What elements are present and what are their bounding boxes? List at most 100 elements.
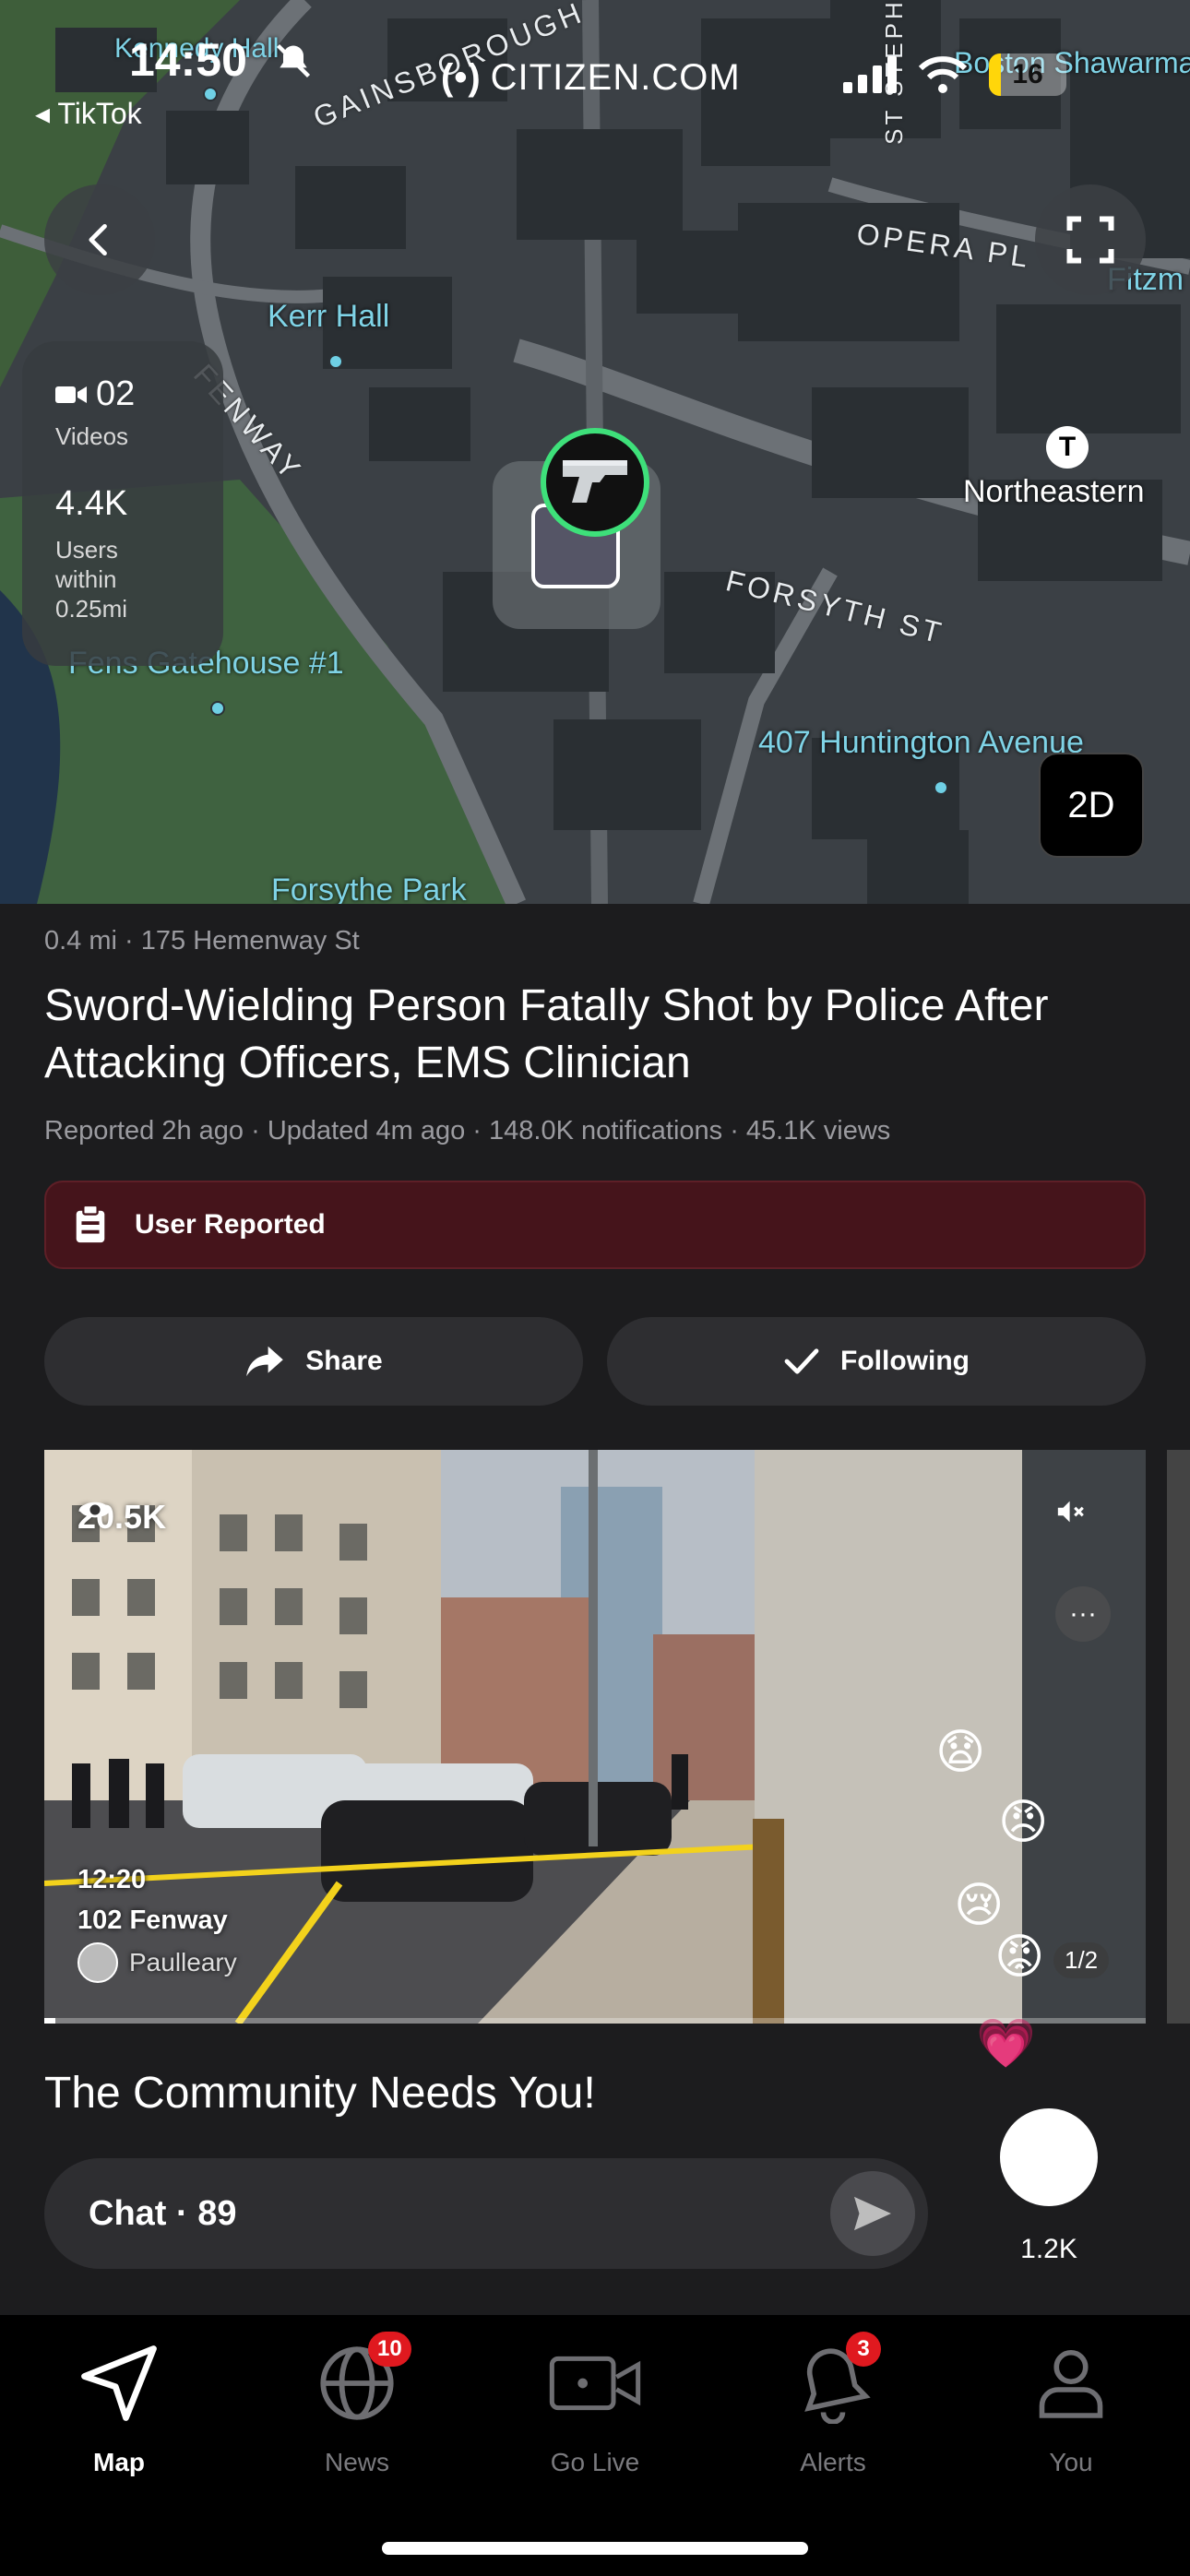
person-icon	[1039, 2349, 1103, 2418]
bell-slash-icon	[276, 43, 311, 78]
reaction-emoji-angry-2: 😡	[994, 1930, 1045, 1984]
expand-icon	[1066, 216, 1114, 264]
users-label: Users within 0.25mi	[55, 535, 223, 623]
poi-huntington[interactable]	[934, 780, 948, 795]
reaction-emoji-angry: 😠	[998, 1796, 1049, 1849]
speaker-muted-icon	[1057, 1501, 1084, 1523]
tab-you[interactable]: You	[952, 2337, 1190, 2512]
map-label-forsythe-park: Forsythe Park	[271, 873, 467, 904]
tab-you-icon-wrap	[1025, 2337, 1117, 2429]
home-indicator[interactable]	[382, 2542, 808, 2555]
video-camera-icon	[549, 2356, 641, 2411]
tab-news-label: News	[324, 2448, 389, 2476]
video-page-counter: 1/2	[1053, 1942, 1110, 1978]
battery-level: 16	[1012, 59, 1043, 89]
send-icon	[854, 2196, 891, 2231]
map-expand-button[interactable]	[1035, 184, 1146, 295]
tab-map-icon-wrap	[73, 2337, 165, 2429]
ellipsis-icon: ···	[1069, 1598, 1097, 1629]
video-author-name: Paulleary	[129, 1948, 237, 1977]
t-station-icon[interactable]: T	[1046, 426, 1089, 469]
battery-indicator: 16	[989, 53, 1066, 96]
reaction-emoji-shocked: 😧	[935, 1726, 986, 1779]
alerts-badge: 3	[846, 2332, 881, 2367]
poi-gatehouse[interactable]	[210, 701, 225, 716]
incident-title: Sword-Wielding Person Fatally Shot by Po…	[44, 981, 1049, 1087]
map-label-northeastern: Northeastern	[963, 474, 1145, 509]
map-2d-toggle[interactable]: 2D	[1039, 753, 1144, 858]
meta-separator: ·	[125, 926, 141, 956]
chat-label: Chat · 89	[89, 2193, 237, 2233]
users-label-line2: within	[55, 565, 117, 593]
tab-news-icon-wrap: 10	[311, 2332, 411, 2429]
cellular-signal-icon	[843, 56, 897, 93]
videos-stat: 02	[55, 374, 223, 414]
map-stats-panel: 02 Videos 4.4K Users within 0.25mi	[22, 341, 223, 666]
video-camera-icon	[55, 386, 87, 403]
map-label-kerr-hall: Kerr Hall	[268, 299, 390, 334]
citizen-brand: (•) CITIZEN.COM	[441, 57, 741, 99]
mute-button[interactable]	[1055, 1498, 1111, 1553]
checkmark-icon	[784, 1348, 819, 1374]
incident-stats-line: Reported 2h ago · Updated 4m ago · 148.0…	[44, 1116, 891, 1146]
users-label-line1: Users	[55, 536, 118, 564]
videos-count: 02	[96, 374, 136, 413]
user-reported-banner[interactable]: User Reported	[44, 1181, 1146, 1269]
incident-map[interactable]: Kennedy Hall Boston Shawarma Kerr Hall F…	[0, 0, 1190, 904]
users-label-line3: 0.25mi	[55, 595, 128, 623]
incident-location: 0.4 mi · 175 Hemenway St	[44, 926, 360, 956]
brand-name: CITIZEN.COM	[490, 57, 741, 98]
incident-distance: 0.4 mi	[44, 926, 117, 956]
tab-map[interactable]: Map	[0, 2337, 238, 2512]
map-label-huntington: 407 Huntington Avenue	[758, 725, 1084, 760]
following-button[interactable]: Following	[607, 1317, 1146, 1406]
incident-address: 175 Hemenway St	[140, 926, 360, 956]
tab-go-live[interactable]: Go Live	[476, 2337, 714, 2512]
chat-input-bar[interactable]: Chat · 89	[44, 2158, 928, 2269]
send-button[interactable]	[830, 2171, 915, 2256]
tab-news[interactable]: 10 News	[238, 2332, 476, 2512]
video-view-count: 20.5K	[77, 1498, 166, 1537]
share-button[interactable]: Share	[44, 1317, 583, 1406]
video-more-button[interactable]: ···	[1055, 1586, 1111, 1642]
next-video-peek[interactable]	[1167, 1450, 1190, 2024]
clipboard-icon	[76, 1205, 105, 1243]
chevron-left-icon	[89, 223, 107, 256]
reaction-count: 1.2K	[1020, 2234, 1077, 2264]
tab-alerts[interactable]: 3 Alerts	[714, 2332, 952, 2512]
tab-map-label: Map	[93, 2448, 145, 2476]
tab-go-live-label: Go Live	[550, 2448, 640, 2476]
wifi-icon	[918, 56, 968, 93]
status-icons: 16	[843, 53, 1066, 96]
video-location: 102 Fenway	[77, 1905, 228, 1935]
video-timestamp: 12:20	[77, 1865, 147, 1894]
angry-face-icon: 😠	[1015, 2121, 1083, 2193]
share-arrow-icon	[246, 1346, 284, 1377]
video-progress-fill	[44, 2018, 55, 2024]
tab-alerts-icon-wrap: 3	[787, 2332, 881, 2429]
reaction-button[interactable]: 😠	[1000, 2108, 1098, 2206]
map-back-button[interactable]	[44, 184, 155, 295]
video-author[interactable]: Paulleary	[77, 1942, 237, 1983]
gun-icon	[563, 460, 627, 503]
citizen-logo-icon: (•)	[441, 57, 482, 98]
incident-marker[interactable]	[541, 428, 649, 537]
poi-kennedy-hall[interactable]	[203, 87, 218, 101]
status-time: 14:50	[129, 34, 247, 86]
bottom-tab-bar: Map 10 News Go Live 3 Alerts You	[0, 2315, 1190, 2576]
community-heading: The Community Needs You!	[44, 2069, 596, 2118]
tab-go-live-icon-wrap	[549, 2337, 641, 2429]
videos-label: Videos	[55, 422, 129, 450]
back-to-app-link[interactable]: ◂ TikTok	[35, 96, 142, 131]
news-badge: 10	[368, 2332, 411, 2367]
poi-kerr-hall[interactable]	[328, 354, 343, 369]
avatar	[77, 1942, 118, 1983]
share-label: Share	[305, 1346, 383, 1376]
tab-you-label: You	[1049, 2448, 1093, 2476]
users-count: 4.4K	[55, 484, 128, 523]
reaction-emoji-heart: 💗	[976, 2017, 1036, 2071]
navigation-arrow-icon	[81, 2345, 157, 2421]
tab-alerts-label: Alerts	[800, 2448, 866, 2476]
user-reported-label: User Reported	[135, 1209, 326, 1240]
battery-fill	[989, 53, 1002, 96]
